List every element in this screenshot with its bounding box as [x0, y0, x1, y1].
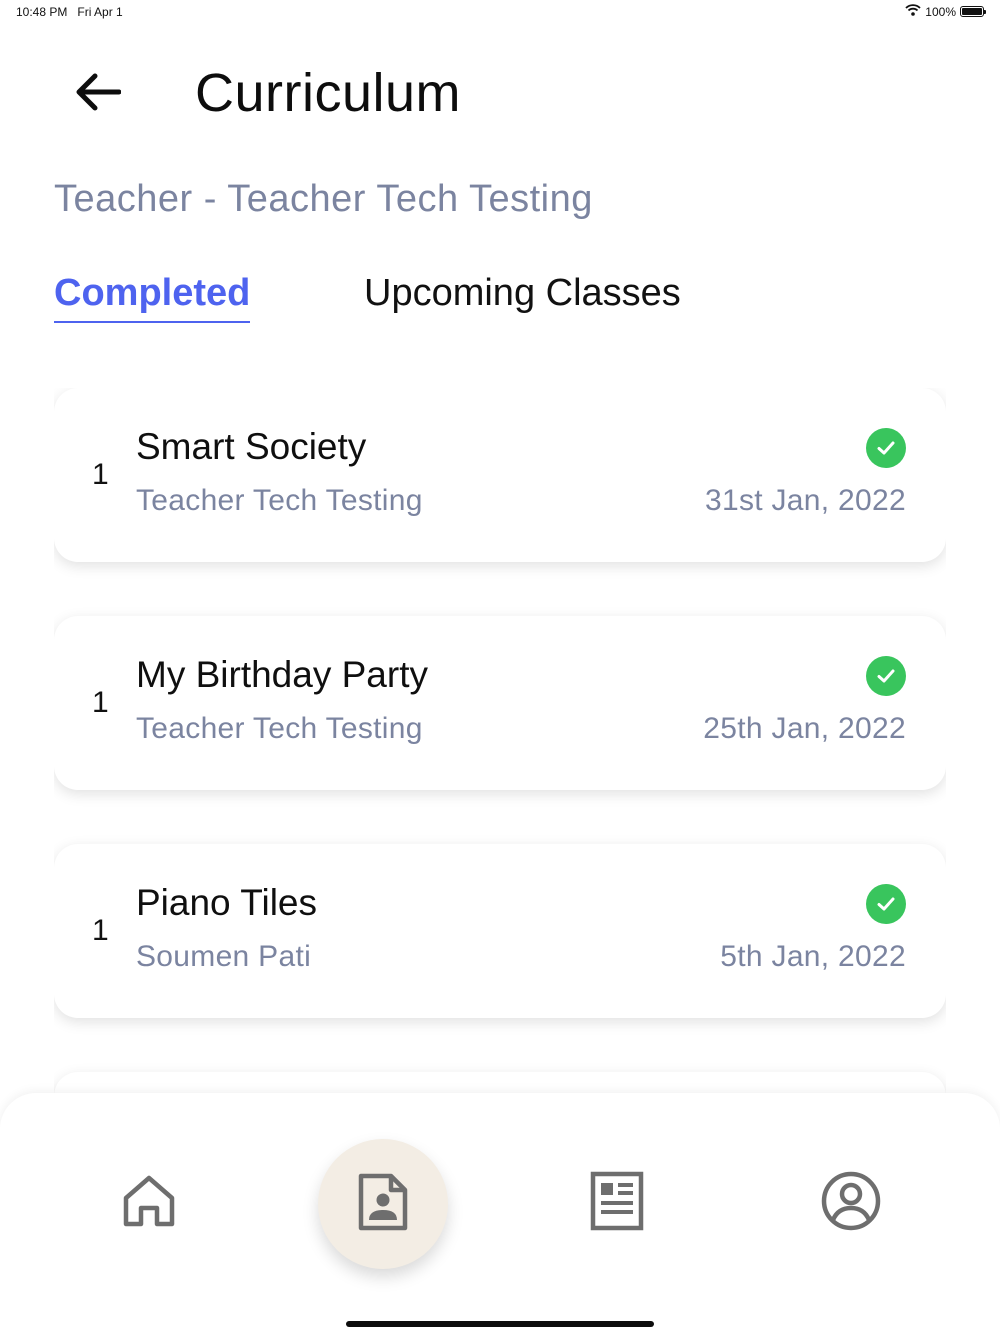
class-title: My Birthday Party [136, 654, 428, 695]
class-date: 31st Jan, 2022 [704, 484, 906, 517]
wifi-icon [905, 4, 921, 19]
class-teacher: Teacher Tech Testing [136, 712, 423, 745]
status-date: Fri Apr 1 [77, 5, 123, 19]
class-index: 1 [92, 686, 109, 719]
class-teacher: Soumen Pati [136, 940, 312, 973]
header: Curriculum [0, 60, 1000, 130]
arrow-left-icon [75, 72, 122, 117]
reports-icon [589, 1170, 645, 1237]
check-circle-icon [866, 656, 906, 696]
class-date: 5th Jan, 2022 [720, 940, 906, 973]
battery-percent: 100% [925, 4, 956, 19]
battery-icon [960, 6, 986, 17]
class-index: 1 [92, 458, 109, 491]
tab-upcoming-classes[interactable]: Upcoming Classes [364, 272, 681, 321]
profile-icon [820, 1170, 882, 1237]
check-circle-icon [866, 428, 906, 468]
home-indicator [346, 1321, 654, 1327]
class-card-partial[interactable] [54, 1072, 946, 1093]
page-title: Curriculum [195, 63, 462, 123]
status-bar: 10:48 PM Fri Apr 1 100% [0, 0, 1000, 24]
class-card[interactable]: 1 Piano Tiles Soumen Pati 5th Jan, 2022 [54, 844, 946, 1018]
tab-completed[interactable]: Completed [54, 272, 251, 323]
tab-bar: Completed Upcoming Classes [54, 272, 954, 328]
status-time: 10:48 PM [16, 5, 68, 19]
nav-home-button[interactable] [109, 1163, 189, 1243]
class-card[interactable]: 1 My Birthday Party Teacher Tech Testing… [54, 616, 946, 790]
class-title: Smart Society [136, 426, 367, 467]
curriculum-icon [355, 1172, 411, 1237]
status-left: 10:48 PM Fri Apr 1 [16, 5, 123, 19]
check-circle-icon [866, 884, 906, 924]
class-list: 1 Smart Society Teacher Tech Testing 31s… [54, 388, 946, 1093]
class-index: 1 [92, 914, 109, 947]
nav-profile-button[interactable] [811, 1163, 891, 1243]
battery-fill [962, 8, 982, 15]
class-title: Piano Tiles [136, 882, 317, 923]
nav-reports-button[interactable] [577, 1163, 657, 1243]
bottom-nav [0, 1093, 1000, 1334]
class-teacher: Teacher Tech Testing [136, 484, 423, 517]
class-date: 25th Jan, 2022 [703, 712, 906, 745]
home-icon [120, 1172, 178, 1235]
back-button[interactable] [70, 70, 126, 118]
status-right: 100% [905, 4, 986, 19]
nav-curriculum-button[interactable] [318, 1139, 448, 1269]
class-card[interactable]: 1 Smart Society Teacher Tech Testing 31s… [54, 388, 946, 562]
teacher-subtitle: Teacher - Teacher Tech Testing [54, 178, 593, 220]
